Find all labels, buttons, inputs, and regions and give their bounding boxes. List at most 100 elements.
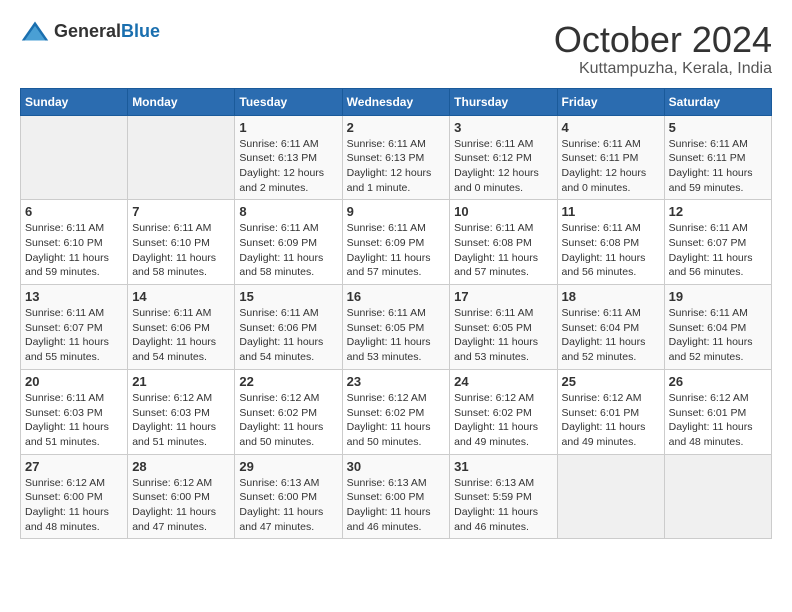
- title-block: October 2024 Kuttampuzha, Kerala, India: [554, 20, 772, 78]
- weekday-header-saturday: Saturday: [664, 88, 771, 115]
- day-number: 26: [669, 374, 767, 389]
- weekday-header-monday: Monday: [128, 88, 235, 115]
- day-number: 24: [454, 374, 552, 389]
- calendar-cell: 13 Sunrise: 6:11 AM Sunset: 6:07 PM Dayli…: [21, 285, 128, 370]
- day-number: 16: [347, 289, 446, 304]
- day-number: 20: [25, 374, 123, 389]
- calendar-cell: 21 Sunrise: 6:12 AM Sunset: 6:03 PM Dayli…: [128, 369, 235, 454]
- day-number: 1: [239, 120, 337, 135]
- calendar-cell: 3Sunrise: 6:11 AM Sunset: 6:12 PM Daylig…: [450, 115, 557, 200]
- day-info: Sunrise: 6:12 AM Sunset: 6:01 PM Dayligh…: [562, 391, 660, 450]
- day-number: 23: [347, 374, 446, 389]
- day-number: 17: [454, 289, 552, 304]
- day-info: Sunrise: 6:11 AM Sunset: 6:07 PM Dayligh…: [25, 306, 123, 365]
- day-number: 19: [669, 289, 767, 304]
- day-info: Sunrise: 6:12 AM Sunset: 6:02 PM Dayligh…: [347, 391, 446, 450]
- day-info: Sunrise: 6:11 AM Sunset: 6:11 PM Dayligh…: [669, 137, 767, 196]
- calendar-cell: 15 Sunrise: 6:11 AM Sunset: 6:06 PM Dayli…: [235, 285, 342, 370]
- day-info: Sunrise: 6:12 AM Sunset: 6:01 PM Dayligh…: [669, 391, 767, 450]
- day-info: Sunrise: 6:13 AM Sunset: 6:00 PM Dayligh…: [347, 476, 446, 535]
- day-info: Sunrise: 6:11 AM Sunset: 6:13 PM Dayligh…: [239, 137, 337, 196]
- calendar-cell: 7 Sunrise: 6:11 AM Sunset: 6:10 PM Daylig…: [128, 200, 235, 285]
- calendar-cell: 25 Sunrise: 6:12 AM Sunset: 6:01 PM Dayli…: [557, 369, 664, 454]
- day-number: 27: [25, 459, 123, 474]
- day-info: Sunrise: 6:11 AM Sunset: 6:10 PM Dayligh…: [132, 221, 230, 280]
- day-number: 10: [454, 204, 552, 219]
- calendar-table: SundayMondayTuesdayWednesdayThursdayFrid…: [20, 88, 772, 540]
- day-info: Sunrise: 6:11 AM Sunset: 6:03 PM Dayligh…: [25, 391, 123, 450]
- day-info: Sunrise: 6:11 AM Sunset: 6:06 PM Dayligh…: [239, 306, 337, 365]
- day-number: 28: [132, 459, 230, 474]
- day-number: 11: [562, 204, 660, 219]
- calendar-title: October 2024: [554, 20, 772, 60]
- day-info: Sunrise: 6:11 AM Sunset: 6:11 PM Dayligh…: [562, 137, 660, 196]
- calendar-cell: 5 Sunrise: 6:11 AM Sunset: 6:11 PM Daylig…: [664, 115, 771, 200]
- day-number: 14: [132, 289, 230, 304]
- day-info: Sunrise: 6:12 AM Sunset: 6:03 PM Dayligh…: [132, 391, 230, 450]
- day-info: Sunrise: 6:12 AM Sunset: 6:02 PM Dayligh…: [239, 391, 337, 450]
- weekday-header-thursday: Thursday: [450, 88, 557, 115]
- logo-text-general: General: [54, 21, 121, 41]
- day-number: 31: [454, 459, 552, 474]
- calendar-cell: 22 Sunrise: 6:12 AM Sunset: 6:02 PM Dayli…: [235, 369, 342, 454]
- calendar-cell: 17 Sunrise: 6:11 AM Sunset: 6:05 PM Dayli…: [450, 285, 557, 370]
- calendar-week-row: 6 Sunrise: 6:11 AM Sunset: 6:10 PM Daylig…: [21, 200, 772, 285]
- calendar-cell: 24 Sunrise: 6:12 AM Sunset: 6:02 PM Dayli…: [450, 369, 557, 454]
- calendar-cell: 20 Sunrise: 6:11 AM Sunset: 6:03 PM Dayli…: [21, 369, 128, 454]
- day-info: Sunrise: 6:11 AM Sunset: 6:06 PM Dayligh…: [132, 306, 230, 365]
- weekday-header-sunday: Sunday: [21, 88, 128, 115]
- weekday-header-row: SundayMondayTuesdayWednesdayThursdayFrid…: [21, 88, 772, 115]
- calendar-cell: [128, 115, 235, 200]
- day-number: 21: [132, 374, 230, 389]
- calendar-week-row: 13 Sunrise: 6:11 AM Sunset: 6:07 PM Dayli…: [21, 285, 772, 370]
- calendar-cell: 23 Sunrise: 6:12 AM Sunset: 6:02 PM Dayli…: [342, 369, 450, 454]
- day-info: Sunrise: 6:11 AM Sunset: 6:05 PM Dayligh…: [347, 306, 446, 365]
- day-info: Sunrise: 6:12 AM Sunset: 6:00 PM Dayligh…: [25, 476, 123, 535]
- day-number: 15: [239, 289, 337, 304]
- day-info: Sunrise: 6:11 AM Sunset: 6:07 PM Dayligh…: [669, 221, 767, 280]
- calendar-cell: 1 Sunrise: 6:11 AM Sunset: 6:13 PM Daylig…: [235, 115, 342, 200]
- day-number: 3: [454, 120, 552, 135]
- calendar-subtitle: Kuttampuzha, Kerala, India: [554, 60, 772, 78]
- calendar-cell: 16 Sunrise: 6:11 AM Sunset: 6:05 PM Dayli…: [342, 285, 450, 370]
- weekday-header-tuesday: Tuesday: [235, 88, 342, 115]
- logo-text-blue: Blue: [121, 21, 160, 41]
- day-number: 18: [562, 289, 660, 304]
- calendar-cell: 29Sunrise: 6:13 AM Sunset: 6:00 PM Dayli…: [235, 454, 342, 539]
- day-info: Sunrise: 6:12 AM Sunset: 6:00 PM Dayligh…: [132, 476, 230, 535]
- day-number: 22: [239, 374, 337, 389]
- logo: GeneralBlue: [20, 20, 160, 42]
- day-info: Sunrise: 6:12 AM Sunset: 6:02 PM Dayligh…: [454, 391, 552, 450]
- calendar-cell: 4 Sunrise: 6:11 AM Sunset: 6:11 PM Daylig…: [557, 115, 664, 200]
- calendar-week-row: 1 Sunrise: 6:11 AM Sunset: 6:13 PM Daylig…: [21, 115, 772, 200]
- day-info: Sunrise: 6:13 AM Sunset: 6:00 PM Dayligh…: [239, 476, 337, 535]
- calendar-cell: 2 Sunrise: 6:11 AM Sunset: 6:13 PM Daylig…: [342, 115, 450, 200]
- calendar-cell: [557, 454, 664, 539]
- day-number: 4: [562, 120, 660, 135]
- calendar-cell: 11 Sunrise: 6:11 AM Sunset: 6:08 PM Dayli…: [557, 200, 664, 285]
- day-number: 5: [669, 120, 767, 135]
- day-info: Sunrise: 6:11 AM Sunset: 6:08 PM Dayligh…: [562, 221, 660, 280]
- day-info: Sunrise: 6:13 AM Sunset: 5:59 PM Dayligh…: [454, 476, 552, 535]
- day-info: Sunrise: 6:11 AM Sunset: 6:08 PM Dayligh…: [454, 221, 552, 280]
- day-info: Sunrise: 6:11 AM Sunset: 6:09 PM Dayligh…: [239, 221, 337, 280]
- calendar-cell: 27 Sunrise: 6:12 AM Sunset: 6:00 PM Dayli…: [21, 454, 128, 539]
- calendar-cell: 8 Sunrise: 6:11 AM Sunset: 6:09 PM Daylig…: [235, 200, 342, 285]
- day-info: Sunrise: 6:11 AM Sunset: 6:10 PM Dayligh…: [25, 221, 123, 280]
- day-number: 2: [347, 120, 446, 135]
- day-number: 9: [347, 204, 446, 219]
- calendar-cell: 30 Sunrise: 6:13 AM Sunset: 6:00 PM Dayli…: [342, 454, 450, 539]
- day-info: Sunrise: 6:11 AM Sunset: 6:04 PM Dayligh…: [669, 306, 767, 365]
- day-number: 25: [562, 374, 660, 389]
- day-info: Sunrise: 6:11 AM Sunset: 6:09 PM Dayligh…: [347, 221, 446, 280]
- day-info: Sunrise: 6:11 AM Sunset: 6:13 PM Dayligh…: [347, 137, 446, 196]
- calendar-cell: 31 Sunrise: 6:13 AM Sunset: 5:59 PM Dayli…: [450, 454, 557, 539]
- day-number: 6: [25, 204, 123, 219]
- day-number: 13: [25, 289, 123, 304]
- calendar-cell: 12Sunrise: 6:11 AM Sunset: 6:07 PM Dayli…: [664, 200, 771, 285]
- day-number: 30: [347, 459, 446, 474]
- day-info: Sunrise: 6:11 AM Sunset: 6:05 PM Dayligh…: [454, 306, 552, 365]
- day-number: 7: [132, 204, 230, 219]
- day-info: Sunrise: 6:11 AM Sunset: 6:04 PM Dayligh…: [562, 306, 660, 365]
- day-number: 8: [239, 204, 337, 219]
